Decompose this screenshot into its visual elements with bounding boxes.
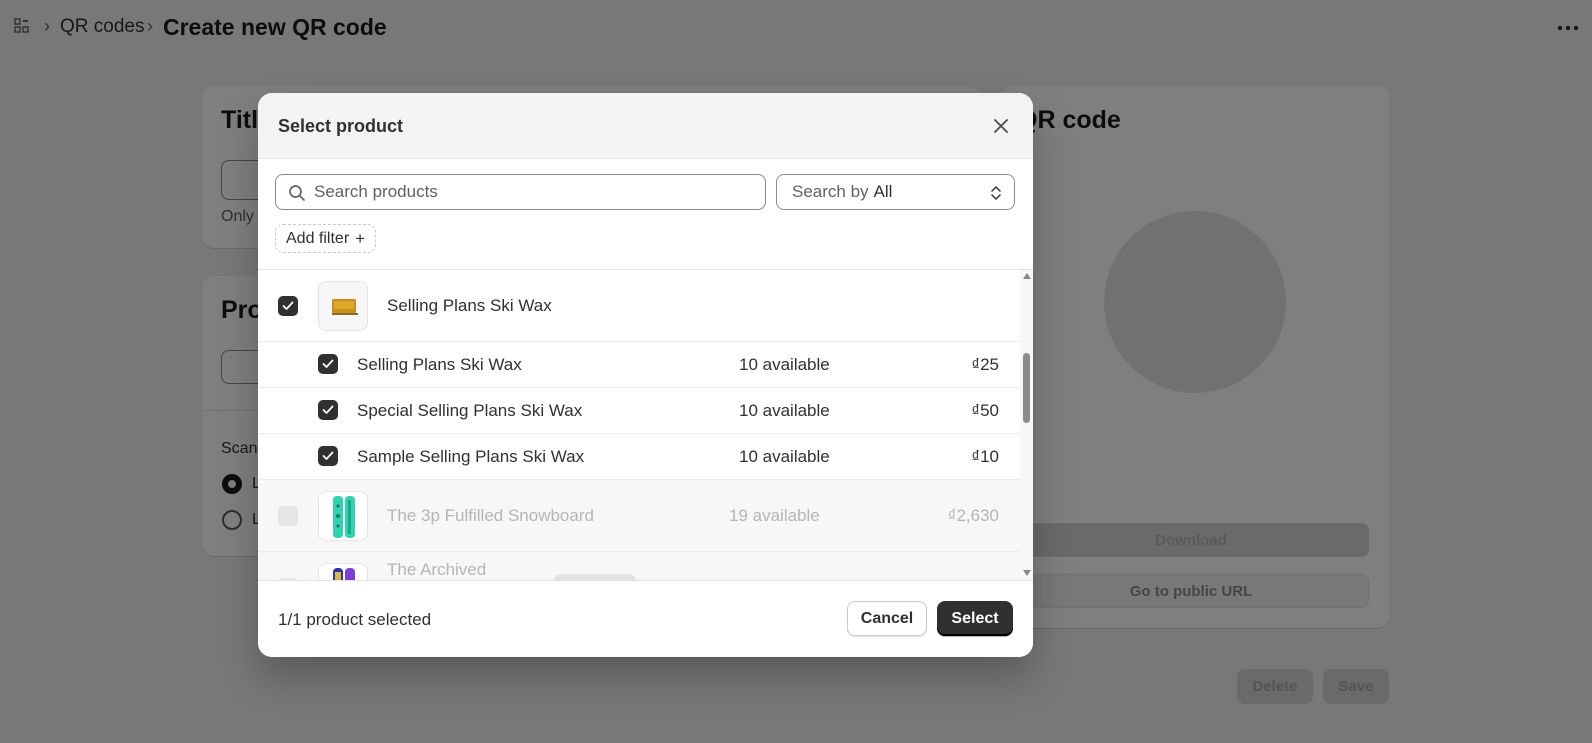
search-input[interactable] [314,175,754,209]
variant-availability: 10 available [739,355,830,374]
search-icon [289,185,305,201]
modal-header: Select product [258,93,1033,159]
variant-price: ₫25 [971,355,999,374]
variant-row[interactable]: Selling Plans Ski Wax 10 available ₫25 [258,342,1020,388]
snowboard-icon [318,491,368,541]
select-button[interactable]: Select [937,601,1013,636]
product-row-disabled: The 3p Fulfilled Snowboard 19 available … [258,480,1020,552]
ski-wax-icon [318,281,368,331]
plus-icon: + [355,228,366,248]
product-row[interactable]: Selling Plans Ski Wax [258,270,1020,342]
variant-checkbox[interactable] [318,400,338,420]
variant-availability: 10 available [739,401,830,420]
add-filter-button[interactable]: Add filter + [275,224,377,253]
variant-availability: 10 available [739,447,830,466]
checkmark-icon [322,451,334,460]
variant-checkbox[interactable] [318,354,338,374]
select-product-modal: Select product Search by All Add filter … [258,93,1033,657]
scrollbar-thumb[interactable] [1023,353,1030,423]
scroll-down-arrow-icon[interactable] [1023,570,1031,576]
close-icon [994,119,1008,133]
checkmark-icon [322,359,334,368]
snowboard-icon [318,563,368,580]
variant-checkbox[interactable] [318,446,338,466]
close-button[interactable] [986,111,1016,141]
search-by-prefix: Search by [792,182,869,201]
cancel-button[interactable]: Cancel [847,601,927,636]
product-list[interactable]: Selling Plans Ski Wax Selling Plans Ski … [258,269,1033,580]
product-name: The Archived [387,560,487,579]
variant-name: Special Selling Plans Ski Wax [357,401,583,420]
modal-footer: 1/1 product selected Cancel Select [258,580,1033,657]
product-checkbox [278,506,298,526]
search-by-select[interactable]: Search by All [776,174,1015,210]
search-field [275,174,766,210]
product-checkbox[interactable] [278,296,298,316]
variant-price: ₫10 [971,447,999,466]
product-name: The 3p Fulfilled Snowboard [387,506,594,525]
product-name: Selling Plans Ski Wax [387,296,552,315]
scroll-up-arrow-icon[interactable] [1023,273,1031,279]
modal-title: Select product [278,116,404,136]
variant-price: ₫50 [971,401,999,420]
product-price: ₫2,630 [947,506,999,525]
scrollbar[interactable] [1020,270,1033,580]
checkmark-icon [282,301,294,310]
variant-name: Sample Selling Plans Ski Wax [357,447,585,466]
variant-name: Selling Plans Ski Wax [357,355,522,374]
selection-count: 1/1 product selected [278,610,432,629]
checkmark-icon [322,405,334,414]
add-filter-label: Add filter [286,229,350,247]
variant-row[interactable]: Sample Selling Plans Ski Wax 10 availabl… [258,434,1020,480]
variant-row[interactable]: Special Selling Plans Ski Wax 10 availab… [258,388,1020,434]
product-row-disabled: The Archived [258,552,1020,580]
product-availability: 19 available [729,506,820,525]
select-chevron-icon [991,186,1001,200]
search-by-value: All [873,182,893,201]
